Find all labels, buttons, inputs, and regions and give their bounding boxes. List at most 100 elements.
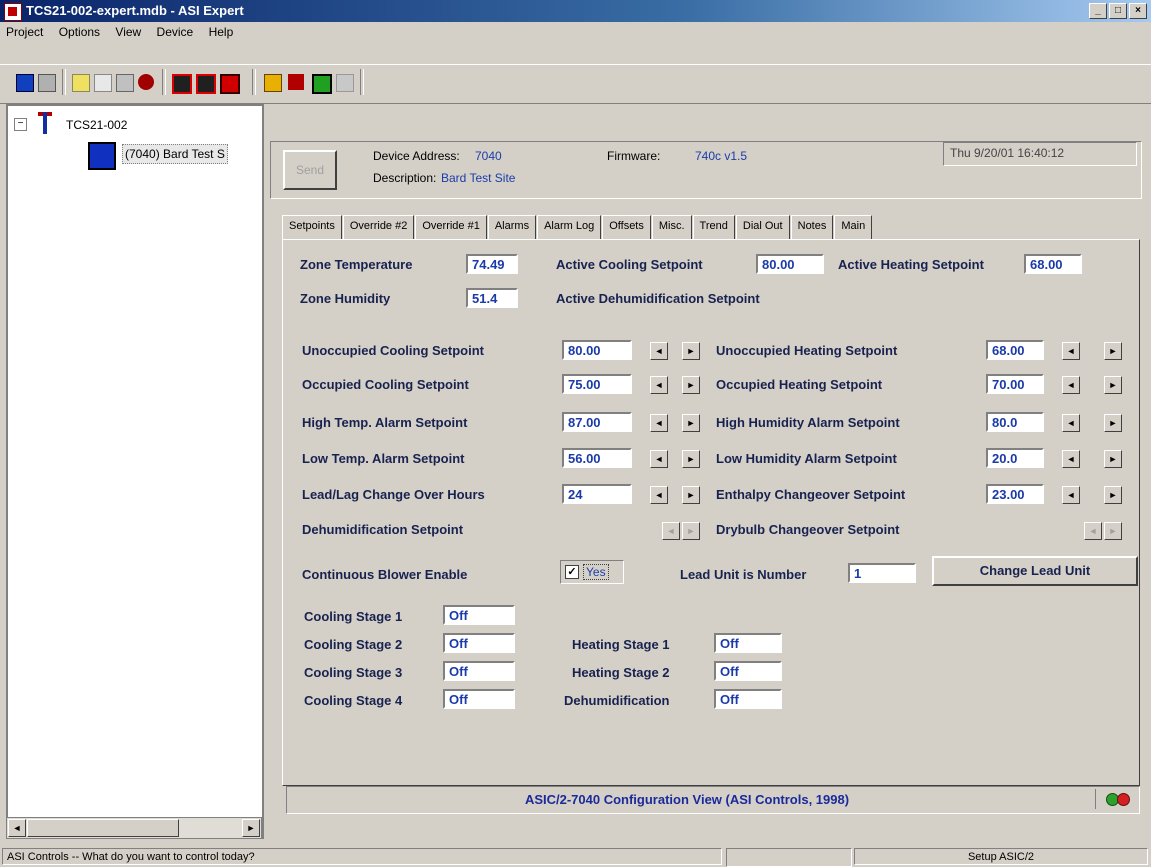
setpoint-label: Dehumidification Setpoint (302, 522, 464, 537)
tab-main[interactable]: Main (834, 215, 873, 239)
tree-expander[interactable]: − (14, 118, 27, 131)
ti-logo-icon[interactable] (286, 71, 306, 93)
close-button[interactable]: × (1129, 3, 1147, 19)
tab-trend[interactable]: Trend (692, 215, 735, 239)
status-leds (1095, 789, 1136, 809)
active-heating-value: 68.00 (1024, 254, 1082, 274)
stage-value: Off (443, 689, 515, 709)
lead-unit-label: Lead Unit is Number (680, 567, 807, 582)
display-icon[interactable] (14, 71, 34, 93)
increment-button[interactable]: ► (1104, 414, 1122, 432)
setpoint-value[interactable]: 70.00 (986, 374, 1044, 394)
setpoint-value[interactable]: 23.00 (986, 484, 1044, 504)
stage-value: Off (443, 633, 515, 653)
home-icon[interactable] (262, 71, 282, 93)
setpoint-label: Enthalpy Changeover Setpoint (716, 487, 906, 502)
tab-setpoints[interactable]: Setpoints (282, 215, 342, 239)
setpoint-value[interactable]: 80.00 (562, 340, 632, 360)
active-cooling-label: Active Cooling Setpoint (556, 257, 703, 272)
tab-override-2[interactable]: Override #2 (342, 215, 415, 239)
save-icon[interactable] (170, 71, 192, 94)
tree-hscroll[interactable]: ◄ ► (6, 817, 262, 839)
stage-label: Cooling Stage 4 (304, 693, 403, 708)
description-label: Description: (373, 171, 437, 185)
menu-options[interactable]: Options (53, 22, 106, 42)
tab-alarms[interactable]: Alarms (487, 215, 537, 239)
stage-label: Cooling Stage 3 (304, 665, 403, 680)
chart-icon[interactable] (92, 71, 112, 93)
setpoint-value[interactable]: 56.00 (562, 448, 632, 468)
tree-root-label[interactable]: TCS21-002 (66, 118, 127, 132)
menu-help[interactable]: Help (203, 22, 240, 42)
decrement-button[interactable]: ◄ (650, 376, 668, 394)
menu-view[interactable]: View (109, 22, 147, 42)
red-led-icon (1117, 793, 1130, 806)
increment-button[interactable]: ► (682, 376, 700, 394)
configuration-footer: ASIC/2-7040 Configuration View (ASI Cont… (286, 786, 1140, 814)
increment-button[interactable]: ► (682, 450, 700, 468)
tab-misc[interactable]: Misc. (651, 215, 692, 239)
setpoint-value[interactable]: 80.0 (986, 412, 1044, 432)
app-icon (4, 3, 22, 21)
minimize-button[interactable]: _ (1089, 3, 1107, 19)
setpoint-label: Low Humidity Alarm Setpoint (716, 451, 897, 466)
scroll-thumb[interactable] (27, 819, 179, 837)
increment-button[interactable]: ► (682, 414, 700, 432)
setpoint-value[interactable]: 75.00 (562, 374, 632, 394)
find-icon[interactable] (114, 71, 134, 93)
ti-logo-icon (38, 112, 56, 134)
decrement-button[interactable]: ◄ (650, 450, 668, 468)
stage-value: Off (714, 661, 782, 681)
decrement-button[interactable]: ◄ (1062, 486, 1080, 504)
increment-button[interactable]: ► (1104, 376, 1122, 394)
menu-device[interactable]: Device (151, 22, 200, 42)
device-address-label: Device Address: (373, 149, 460, 163)
change-lead-unit-button[interactable]: Change Lead Unit (932, 556, 1138, 586)
blower-checkbox-label[interactable]: Yes (583, 564, 609, 580)
scroll-right-button[interactable]: ► (242, 819, 260, 837)
window-title: TCS21-002-expert.mdb - ASI Expert (26, 3, 244, 18)
menu-project[interactable]: Project (0, 22, 49, 42)
increment-button[interactable]: ► (1104, 486, 1122, 504)
tree-device-item[interactable]: (7040) Bard Test S (122, 144, 228, 164)
lead-unit-value[interactable]: 1 (848, 563, 916, 583)
tab-notes[interactable]: Notes (790, 215, 834, 239)
tab-override-1[interactable]: Override #1 (415, 215, 487, 239)
setpoint-label: Unoccupied Heating Setpoint (716, 343, 898, 358)
save-all-icon[interactable] (194, 71, 216, 94)
decrement-button[interactable]: ◄ (1062, 450, 1080, 468)
decrement-button[interactable]: ◄ (650, 414, 668, 432)
tab-offsets[interactable]: Offsets (602, 215, 651, 239)
tab-alarm-log[interactable]: Alarm Log (537, 215, 602, 239)
decrement-button[interactable]: ◄ (650, 342, 668, 360)
increment-button[interactable]: ► (1104, 342, 1122, 360)
setpoint-value[interactable]: 68.00 (986, 340, 1044, 360)
setpoint-value[interactable]: 87.00 (562, 412, 632, 432)
scroll-left-button[interactable]: ◄ (8, 819, 26, 837)
record-icon[interactable] (136, 71, 156, 93)
tab-dial-out[interactable]: Dial Out (735, 215, 790, 239)
monitor-icon[interactable] (310, 71, 332, 94)
increment-button[interactable]: ► (1104, 450, 1122, 468)
increment-button[interactable]: ► (682, 486, 700, 504)
decrement-button[interactable]: ◄ (1062, 414, 1080, 432)
decrement-button[interactable]: ◄ (1062, 342, 1080, 360)
setpoint-label: Lead/Lag Change Over Hours (302, 487, 485, 502)
increment-button[interactable]: ► (682, 342, 700, 360)
device-address-value: 7040 (475, 149, 502, 163)
printer-icon[interactable] (36, 71, 56, 93)
active-cooling-value: 80.00 (756, 254, 824, 274)
decrement-button[interactable]: ◄ (1062, 376, 1080, 394)
decrement-button[interactable]: ◄ (650, 486, 668, 504)
setpoint-label: Unoccupied Cooling Setpoint (302, 343, 484, 358)
send-button: Send (283, 150, 337, 190)
document-icon[interactable] (70, 71, 90, 93)
disabled-icon (334, 71, 354, 93)
setpoint-value[interactable]: 24 (562, 484, 632, 504)
blower-checkbox[interactable]: ✓ (565, 565, 579, 579)
setpoint-value[interactable]: 20.0 (986, 448, 1044, 468)
active-heating-label: Active Heating Setpoint (838, 257, 984, 272)
save-red-icon[interactable] (218, 71, 240, 94)
blower-enable-control[interactable]: ✓ Yes (560, 560, 624, 584)
maximize-button[interactable]: □ (1109, 3, 1127, 19)
